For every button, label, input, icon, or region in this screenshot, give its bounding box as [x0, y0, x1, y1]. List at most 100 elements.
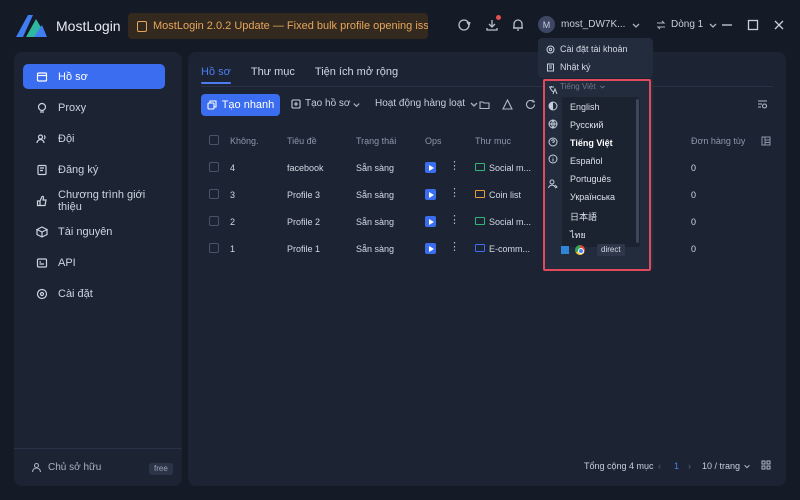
refresh-icon[interactable] — [525, 99, 536, 110]
sidebar-item-label: Đội — [58, 132, 75, 145]
quick-create-button[interactable]: Tạo nhanh — [201, 94, 280, 116]
warning-icon[interactable] — [502, 98, 513, 110]
more-icon[interactable]: ⋮ — [449, 215, 460, 226]
row-order: 0 — [691, 163, 697, 173]
row-number: 4 — [230, 163, 236, 173]
sidebar-item-label: Hồ sơ — [58, 70, 88, 83]
row-number: 1 — [230, 244, 236, 254]
search-filter-icon[interactable] — [757, 99, 768, 110]
more-icon[interactable]: ⋮ — [449, 188, 460, 199]
current-page[interactable]: 1 — [674, 461, 679, 471]
row-status: Sẵn sàng — [356, 190, 395, 200]
bell-icon[interactable] — [510, 17, 526, 33]
chevron-down-icon — [470, 102, 478, 107]
column-settings-icon[interactable] — [761, 136, 771, 146]
pagination: Tổng cộng 4 mục ‹ 1 › 10 / trang — [188, 456, 786, 476]
chevron-down-icon[interactable] — [352, 100, 361, 109]
main-panel: Hồ sơ Thư mục Tiện ích mở rộng Tạo nhanh… — [188, 52, 786, 486]
update-banner[interactable]: MostLogin 2.0.2 Update — Fixed bulk prof… — [128, 13, 428, 39]
user-menu-trigger[interactable]: M most_DW7K... — [538, 16, 641, 33]
grid-view-icon[interactable] — [761, 460, 771, 470]
update-banner-text: MostLogin 2.0.2 Update — Fixed bulk prof… — [153, 20, 428, 32]
profile-icon — [36, 71, 48, 82]
more-icon[interactable]: ⋮ — [449, 242, 460, 253]
quick-create-label: Tạo nhanh — [221, 99, 275, 111]
download-icon[interactable] — [484, 15, 501, 33]
launch-button[interactable] — [425, 189, 436, 200]
row-title: Profile 3 — [287, 190, 321, 200]
account-settings-item[interactable]: Cài đặt tài khoản — [546, 44, 628, 54]
tab-extensions[interactable]: Tiện ích mở rộng — [315, 66, 398, 84]
sidebar-item-resources[interactable]: Tài nguyên — [23, 219, 165, 244]
maximize-icon[interactable] — [746, 18, 760, 32]
sidebar-item-settings[interactable]: Cài đặt — [23, 281, 165, 306]
col-number: Không. — [230, 136, 259, 146]
mostlogin-logo — [16, 15, 47, 37]
plan-badge: free — [149, 463, 173, 475]
table-row[interactable]: 1 Profile 1 Sẵn sàng ⋮ E-comm... 0 — [201, 235, 773, 262]
chevron-down-icon — [633, 23, 640, 28]
username: most_DW7K... — [561, 19, 626, 30]
logs-item[interactable]: Nhật ký — [546, 62, 591, 72]
avatar: M — [538, 16, 555, 33]
row-order: 0 — [691, 217, 697, 227]
announcement-icon — [137, 20, 147, 32]
close-icon[interactable] — [772, 18, 786, 32]
user-icon — [31, 462, 42, 473]
tab-profiles[interactable]: Hồ sơ — [201, 66, 231, 84]
row-number: 3 — [230, 190, 236, 200]
sidebar-item-referral[interactable]: Chương trình giới thiệu — [23, 188, 165, 213]
account-settings-label: Cài đặt tài khoản — [560, 44, 628, 54]
chevron-down-icon — [744, 464, 750, 469]
launch-button[interactable] — [425, 162, 436, 173]
row-checkbox[interactable] — [209, 189, 219, 199]
table-row[interactable]: 2 Profile 2 Sẵn sàng ⋮ Social m... 0 — [201, 208, 773, 235]
sidebar-item-proxy[interactable]: Proxy — [23, 95, 165, 120]
row-title: facebook — [287, 163, 324, 173]
create-profile-label: Tạo hồ sơ — [305, 98, 351, 109]
team-icon — [36, 133, 46, 143]
batch-actions-label: Hoạt động hàng loạt — [375, 98, 466, 109]
batch-actions-button[interactable]: Hoạt động hàng loạt — [375, 98, 479, 109]
folder-action-icon[interactable] — [479, 99, 490, 110]
row-status: Sẵn sàng — [356, 244, 395, 254]
row-folder: Social m... — [489, 163, 532, 173]
table-row[interactable]: 4 facebook Sẵn sàng ⋮ Social m... 0 — [201, 154, 773, 181]
api-icon — [36, 257, 48, 268]
row-status: Sẵn sàng — [356, 163, 395, 173]
owner-role: Chủ sở hữu — [31, 462, 101, 473]
col-custom-order: Đơn hàng tùy — [691, 136, 746, 146]
row-checkbox[interactable] — [209, 216, 219, 226]
create-profile-button[interactable]: Tạo hồ sơ — [291, 98, 350, 109]
team-switcher[interactable]: Dòng 1 — [656, 19, 718, 30]
tab-folders[interactable]: Thư mục — [251, 66, 295, 84]
team-name: Dòng 1 — [671, 19, 704, 30]
row-order: 0 — [691, 190, 697, 200]
proxy-icon — [37, 102, 47, 113]
sidebar-divider — [14, 448, 182, 449]
col-title: Tiêu đề — [287, 136, 317, 146]
sidebar-item-subscription[interactable]: Đăng ký — [23, 157, 165, 182]
logs-label: Nhật ký — [560, 62, 591, 72]
sidebar-item-profiles[interactable]: Hồ sơ — [23, 64, 165, 89]
log-icon — [547, 63, 554, 71]
table-header: Không. Tiêu đề Trạng thái Ops Thư mục Đơ… — [201, 128, 773, 154]
sidebar-item-label: Tài nguyên — [58, 225, 113, 238]
sync-icon[interactable] — [456, 17, 472, 33]
next-page-icon[interactable]: › — [688, 461, 691, 471]
row-checkbox[interactable] — [209, 243, 219, 253]
row-checkbox[interactable] — [209, 162, 219, 172]
table-row[interactable]: 3 Profile 3 Sẵn sàng ⋮ Coin list 0 — [201, 181, 773, 208]
select-all-checkbox[interactable] — [209, 135, 219, 145]
switch-icon — [656, 20, 666, 29]
launch-button[interactable] — [425, 243, 436, 254]
more-icon[interactable]: ⋮ — [449, 161, 460, 172]
sidebar-item-api[interactable]: API — [23, 250, 165, 275]
sidebar-item-team[interactable]: Đội — [23, 126, 165, 151]
page-size-select[interactable]: 10 / trang — [702, 461, 751, 471]
owner-label: Chủ sở hữu — [48, 462, 102, 473]
copy-icon — [207, 100, 217, 110]
launch-button[interactable] — [425, 216, 436, 227]
prev-page-icon[interactable]: ‹ — [658, 461, 661, 471]
minimize-icon[interactable] — [720, 18, 734, 32]
